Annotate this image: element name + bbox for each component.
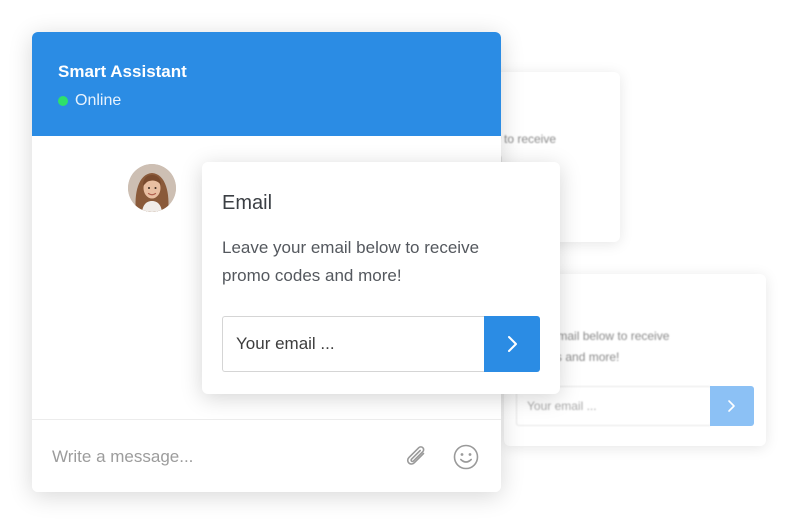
message-input[interactable] bbox=[50, 442, 374, 472]
paperclip-icon[interactable] bbox=[402, 442, 432, 472]
email-field[interactable] bbox=[222, 316, 486, 372]
chat-title: Smart Assistant bbox=[58, 62, 187, 81]
background-card-1-line-1: w to receive bbox=[492, 132, 557, 146]
email-card: Email Leave your email below to receive … bbox=[202, 162, 560, 394]
avatar bbox=[128, 164, 176, 212]
chat-footer bbox=[32, 419, 501, 492]
email-submit-button[interactable] bbox=[484, 316, 540, 372]
online-dot-icon bbox=[58, 96, 68, 106]
email-card-title: Email bbox=[222, 192, 273, 214]
smile-icon[interactable] bbox=[452, 443, 480, 471]
status-label: Online bbox=[75, 92, 122, 109]
chevron-right-icon bbox=[728, 400, 735, 412]
background-card-2-submit-button bbox=[710, 386, 754, 426]
chevron-right-icon bbox=[508, 336, 517, 352]
avatar-image bbox=[128, 164, 176, 212]
email-card-description: Leave your email below to receive promo … bbox=[222, 238, 480, 285]
status-indicator: Online bbox=[58, 92, 121, 110]
chat-header: Smart Assistant Online bbox=[32, 32, 501, 136]
